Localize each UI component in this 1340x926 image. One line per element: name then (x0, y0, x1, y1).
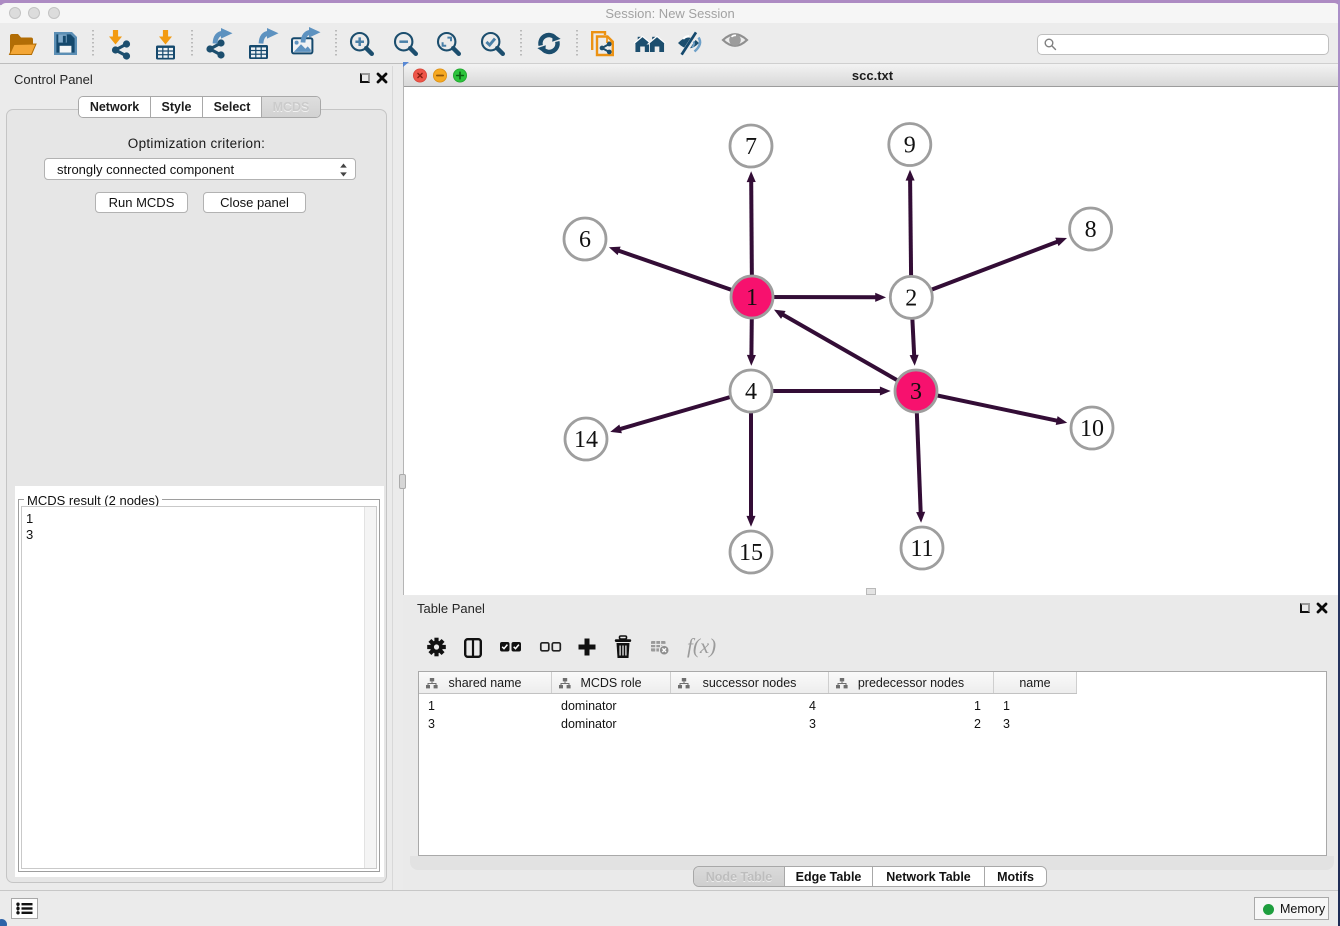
svg-text:6: 6 (579, 227, 591, 253)
svg-text:f(x): f(x) (687, 634, 716, 658)
svg-text:7: 7 (745, 134, 757, 160)
svg-text:15: 15 (739, 540, 763, 566)
svg-text:9: 9 (904, 133, 916, 159)
svg-text:4: 4 (745, 379, 757, 405)
svg-text:10: 10 (1080, 416, 1104, 442)
svg-text:11: 11 (910, 536, 933, 562)
svg-text:3: 3 (910, 379, 922, 405)
svg-text:8: 8 (1085, 217, 1097, 243)
svg-text:2: 2 (905, 285, 917, 311)
svg-text:14: 14 (574, 427, 598, 453)
svg-text:1: 1 (746, 285, 758, 311)
